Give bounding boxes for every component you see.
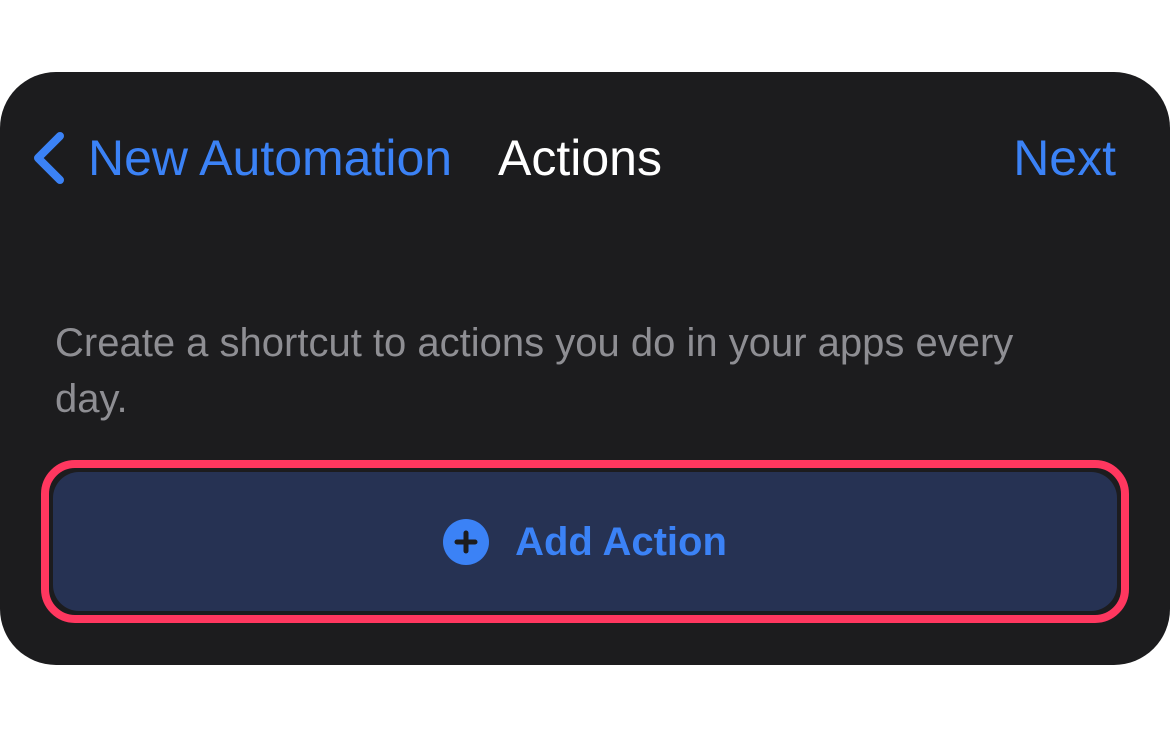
back-button-label: New Automation [88, 130, 453, 186]
back-button[interactable]: New Automation [30, 130, 452, 186]
description-text: Create a shortcut to actions you do in y… [55, 321, 1014, 421]
actions-panel: New Automation Actions Next Create a sho… [0, 72, 1170, 665]
navigation-bar: New Automation Actions Next [0, 72, 1170, 247]
chevron-left-icon [30, 130, 68, 186]
plus-circle-icon [443, 518, 490, 565]
add-action-label: Add Action [515, 519, 727, 564]
page-title: Actions [498, 130, 662, 186]
next-button[interactable]: Next [1013, 130, 1116, 186]
add-action-button[interactable]: Add Action [53, 472, 1117, 611]
